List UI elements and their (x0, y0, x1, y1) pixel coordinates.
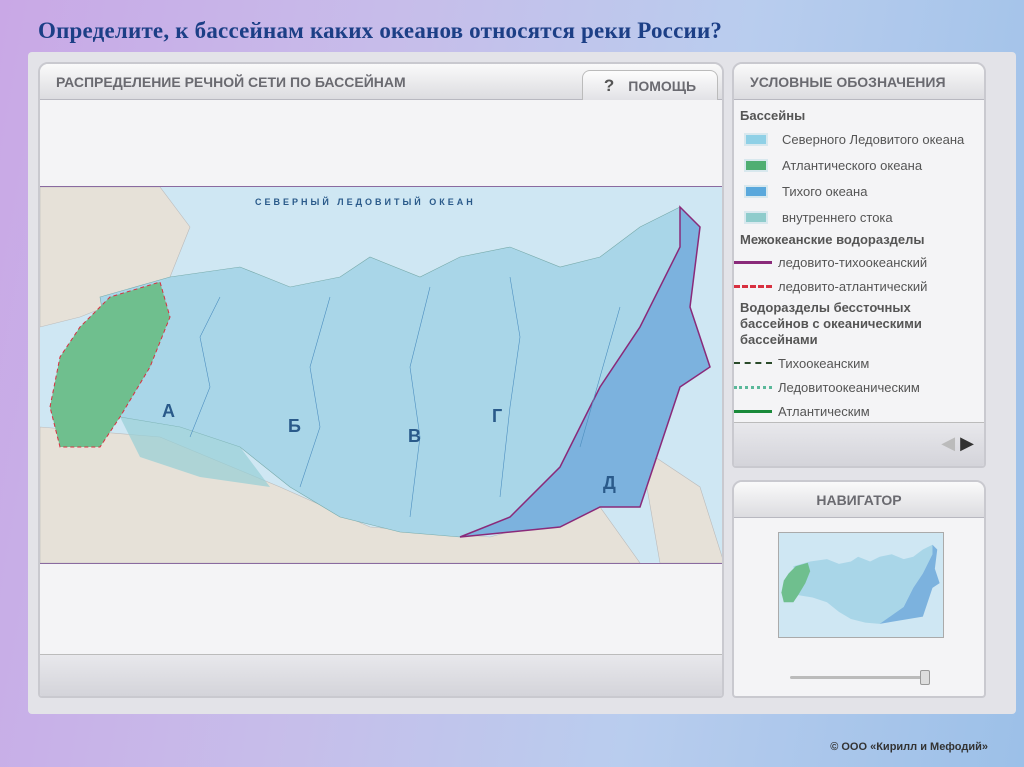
legend-item: внутреннего стока (740, 204, 984, 230)
legend-item: Северного Ледовитого океана (740, 126, 984, 152)
legend-item: ледовито-тихоокеанский (734, 250, 984, 274)
help-label: ПОМОЩЬ (628, 77, 697, 94)
basins-heading: Бассейны (740, 108, 806, 123)
line-solid-purple (734, 260, 772, 264)
legend-item: Тихого океана (740, 178, 984, 204)
swatch-internal (744, 210, 768, 224)
slide-title: Определите, к бассейнам каких океанов от… (38, 18, 723, 43)
swatch-arctic (744, 132, 768, 146)
legend-item: Ледовитоокеаническим (734, 375, 984, 399)
basin-letter-a: А (162, 401, 175, 421)
legend-item: Атлантического океана (740, 152, 984, 178)
basin-letter-v: В (408, 426, 421, 446)
map-panel: РАСПРЕДЕЛЕНИЕ РЕЧНОЙ СЕТИ ПО БАССЕЙНАМ ?… (38, 62, 724, 698)
line-dashed-red (734, 284, 772, 288)
navigator-panel: НАВИГАТОР (732, 480, 986, 698)
copyright: © ООО «Кирилл и Мефодий» (830, 741, 988, 753)
prev-arrow-icon[interactable]: ◀ (941, 433, 955, 453)
ocean-label: СЕВЕРНЫЙ ЛЕДОВИТЫЙ ОКЕАН (255, 196, 476, 207)
zoom-slider[interactable] (790, 670, 930, 685)
swatch-atlantic (744, 158, 768, 172)
navigator-minimap[interactable] (778, 532, 944, 638)
help-icon: ? (603, 75, 615, 95)
navigator-title: НАВИГАТОР (734, 482, 984, 518)
legend-panel: УСЛОВНЫЕ ОБОЗНАЧЕНИЯ Бассейны Северного … (732, 62, 986, 468)
line-solid-green (734, 409, 772, 413)
basin-letter-d: Д (603, 473, 616, 493)
swatch-pacific (744, 184, 768, 198)
basin-letter-g: Г (492, 406, 502, 426)
legend-item: ледовито-атлантический (734, 274, 984, 298)
legend-title: УСЛОВНЫЕ ОБОЗНАЧЕНИЯ (734, 64, 984, 100)
zoom-slider-handle[interactable] (920, 670, 930, 685)
map-bottom-bar (40, 654, 722, 696)
help-button[interactable]: ? ПОМОЩЬ (582, 70, 718, 100)
closed-heading: Водоразделы бессточных бассейнов с океан… (740, 300, 922, 347)
line-dotted-teal (734, 385, 772, 389)
line-dashdot-dark (734, 362, 772, 364)
next-arrow-icon[interactable]: ▶ (960, 433, 974, 453)
basin-letter-b: Б (288, 416, 301, 436)
legend-item: Тихоокеанским (734, 351, 984, 375)
river-basin-map[interactable]: СЕВЕРНЫЙ ЛЕДОВИТЫЙ ОКЕАН А Б В Г Д (40, 186, 722, 564)
legend-item: Атлантическим (734, 399, 984, 423)
divides-heading: Межокеанские водоразделы (740, 232, 925, 247)
